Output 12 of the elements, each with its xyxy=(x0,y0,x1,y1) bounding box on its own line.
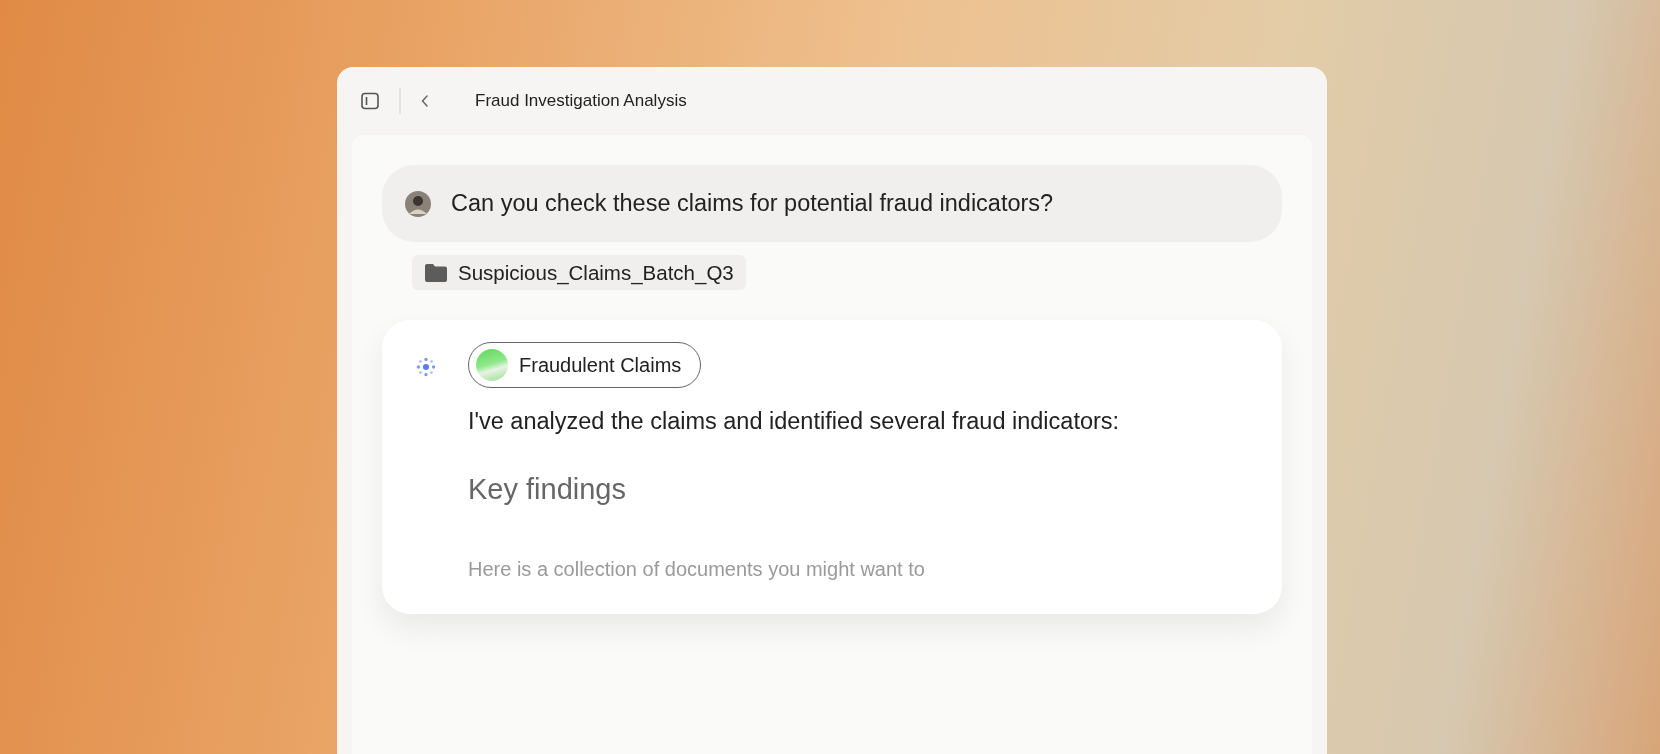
orb-icon xyxy=(476,349,508,381)
assistant-message-text: I've analyzed the claims and identified several fraud indicators: xyxy=(468,408,1120,435)
sidebar-toggle-icon[interactable] xyxy=(360,91,380,111)
section-heading: Key findings xyxy=(468,473,627,506)
attachment-chip[interactable]: Suspicious_Claims_Batch_Q3 xyxy=(412,255,746,290)
faded-text: Here is a collection of documents you might want to xyxy=(468,558,926,581)
window-title: Fraud Investigation Analysis xyxy=(475,91,687,111)
attachment-name: Suspicious_Claims_Batch_Q3 xyxy=(458,260,734,285)
avatar-icon xyxy=(405,190,431,217)
folder-icon xyxy=(424,262,448,283)
back-icon[interactable] xyxy=(419,94,431,108)
user-message: Can you check these claims for potential fraud indicators? xyxy=(451,190,1054,217)
